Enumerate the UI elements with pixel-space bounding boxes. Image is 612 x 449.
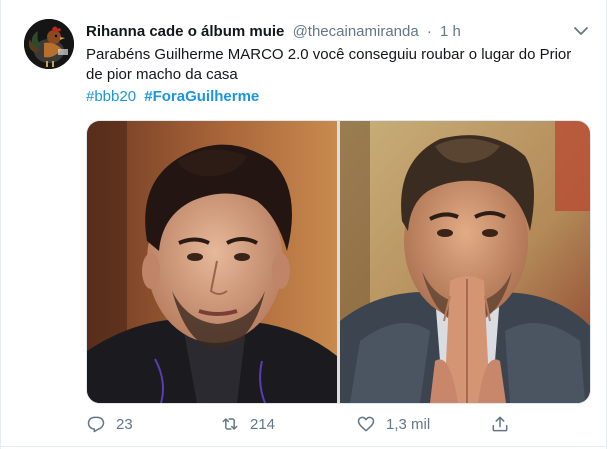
tweet-text: Parabéns Guilherme MARCO 2.0 você conseg… [86,46,572,83]
retweet-count: 214 [250,415,276,433]
chevron-down-icon [574,27,588,35]
tweet-actions: 23 214 1,3 mil [86,412,586,436]
display-name[interactable]: Rihanna cade o álbum muie [86,23,284,40]
share-button[interactable] [490,412,520,436]
retweet-button[interactable]: 214 [220,412,275,436]
reply-icon [87,416,105,433]
tweet-media[interactable] [86,120,591,404]
media-photo[interactable] [87,121,337,403]
tweet-header: Rihanna cade o álbum muie @thecainamiran… [86,22,461,42]
divider [0,446,607,447]
reply-count: 23 [116,415,133,433]
tweet-card[interactable]: Rihanna cade o álbum muie @thecainamiran… [0,0,612,449]
separator-dot: · [426,23,432,40]
tweet-menu-button[interactable] [570,20,592,42]
like-count: 1,3 mil [386,415,431,433]
hashtag-line: #bbb20 #ForaGuilherme [86,87,259,107]
hashtag-link[interactable]: #bbb20 [86,88,136,105]
media-photo[interactable] [340,121,590,403]
user-handle[interactable]: @thecainamiranda [293,23,419,40]
rooster-avatar [24,19,74,69]
timestamp[interactable]: 1 h [440,23,461,40]
retweet-icon [222,418,238,430]
heart-icon [357,416,375,432]
divider [606,0,607,449]
avatar[interactable] [24,19,74,69]
reply-button[interactable]: 23 [86,412,133,436]
hashtag-link[interactable]: #ForaGuilherme [144,88,259,105]
person-photo [87,121,337,403]
person-photo [340,121,590,403]
divider [0,0,1,449]
share-icon [492,416,508,432]
like-button[interactable]: 1,3 mil [356,412,430,436]
